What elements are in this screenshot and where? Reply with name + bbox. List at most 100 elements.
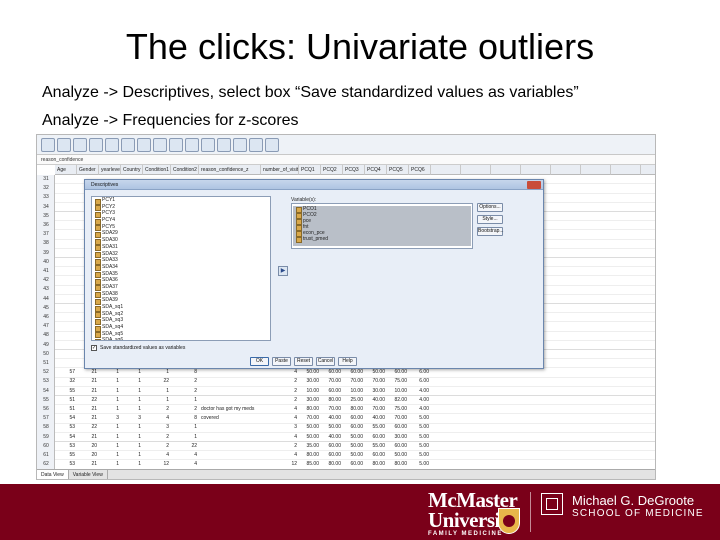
- table-cell[interactable]: 8: [171, 414, 197, 423]
- source-variable-list[interactable]: PCY1 PCY2 PCY3 PCY4 PCY5 SDA29 SDA30 SDA31 SDA32…: [91, 196, 271, 341]
- table-cell[interactable]: 10.00: [299, 387, 319, 396]
- table-cell[interactable]: [199, 442, 259, 451]
- table-cell[interactable]: 32: [55, 377, 75, 386]
- table-cell[interactable]: 50.00: [299, 368, 319, 377]
- table-cell[interactable]: 5.00: [409, 451, 429, 460]
- list-item[interactable]: PCY1: [92, 197, 270, 205]
- table-cell[interactable]: 2: [261, 387, 297, 396]
- column-header[interactable]: PCQ5: [387, 165, 409, 175]
- table-cell[interactable]: 21: [77, 405, 97, 414]
- bootstrap-button[interactable]: Bootstrap...: [477, 227, 504, 236]
- table-cell[interactable]: 70.00: [343, 377, 363, 386]
- list-item[interactable]: SDA29: [92, 230, 270, 238]
- row-number[interactable]: 58: [37, 423, 55, 432]
- table-cell[interactable]: 10.00: [343, 387, 363, 396]
- table-cell[interactable]: 3: [99, 414, 119, 423]
- tab-variable-view[interactable]: Variable View: [69, 470, 108, 479]
- table-cell[interactable]: 1: [99, 387, 119, 396]
- list-item[interactable]: SDA31: [92, 244, 270, 251]
- table-cell[interactable]: 70.00: [321, 377, 341, 386]
- table-cell[interactable]: 21: [77, 387, 97, 396]
- undo-icon[interactable]: [105, 137, 119, 152]
- row-number[interactable]: 36: [37, 221, 55, 230]
- find-icon[interactable]: [169, 137, 183, 152]
- value-labels-icon[interactable]: [265, 137, 279, 152]
- table-cell[interactable]: 4: [143, 451, 169, 460]
- table-cell[interactable]: 50.00: [343, 433, 363, 442]
- table-cell[interactable]: 80.00: [321, 396, 341, 405]
- table-cell[interactable]: 1: [121, 460, 141, 469]
- column-header-empty[interactable]: [521, 165, 551, 175]
- list-item[interactable]: SDA36: [92, 277, 270, 285]
- reset-button[interactable]: Reset: [294, 357, 313, 366]
- table-cell[interactable]: 1: [121, 423, 141, 432]
- close-icon[interactable]: [527, 181, 541, 189]
- table-cell[interactable]: 6.00: [409, 368, 429, 377]
- column-header[interactable]: PCQ2: [321, 165, 343, 175]
- row-number[interactable]: 44: [37, 295, 55, 304]
- tab-data-view[interactable]: Data View: [37, 470, 69, 479]
- list-item[interactable]: PCY2: [92, 204, 270, 211]
- table-cell[interactable]: 1: [171, 433, 197, 442]
- table-cell[interactable]: 30.00: [299, 396, 319, 405]
- list-item[interactable]: SDA37: [92, 284, 270, 292]
- table-cell[interactable]: 30.00: [299, 377, 319, 386]
- table-cell[interactable]: 1: [99, 377, 119, 386]
- table-cell[interactable]: 54: [55, 433, 75, 442]
- column-header[interactable]: Age: [55, 165, 77, 175]
- table-cell[interactable]: 70.00: [365, 405, 385, 414]
- table-cell[interactable]: 40.00: [321, 433, 341, 442]
- row-number[interactable]: 37: [37, 230, 55, 239]
- cell-editor-bar[interactable]: reason_confidence: [37, 155, 655, 165]
- table-cell[interactable]: 2: [171, 387, 197, 396]
- table-cell[interactable]: 60.00: [343, 460, 363, 469]
- table-cell[interactable]: 12: [143, 460, 169, 469]
- list-item[interactable]: PCY5: [92, 224, 270, 231]
- target-variable-list[interactable]: PCO1 PCO2 pce fnt econ_pce trust_pmed: [291, 203, 473, 249]
- list-item[interactable]: trust_pmed: [293, 236, 471, 243]
- column-header[interactable]: reason_confidence_z: [199, 165, 261, 175]
- table-cell[interactable]: 80.00: [321, 460, 341, 469]
- table-cell[interactable]: 4: [171, 451, 197, 460]
- table-cell[interactable]: 60.00: [343, 368, 363, 377]
- column-header-empty[interactable]: [491, 165, 521, 175]
- table-cell[interactable]: 80.00: [343, 405, 363, 414]
- table-cell[interactable]: 1: [121, 442, 141, 451]
- row-number[interactable]: 42: [37, 276, 55, 285]
- print-icon[interactable]: [73, 137, 87, 152]
- save-icon[interactable]: [57, 137, 71, 152]
- table-cell[interactable]: 1: [121, 387, 141, 396]
- table-cell[interactable]: 82.00: [387, 396, 407, 405]
- table-cell[interactable]: 1: [143, 396, 169, 405]
- table-cell[interactable]: 70.00: [299, 414, 319, 423]
- column-header[interactable]: PCQ4: [365, 165, 387, 175]
- table-cell[interactable]: 4: [261, 433, 297, 442]
- table-cell[interactable]: 5.00: [409, 423, 429, 432]
- table-cell[interactable]: 55.00: [365, 442, 385, 451]
- table-cell[interactable]: 1: [99, 396, 119, 405]
- table-cell[interactable]: [199, 451, 259, 460]
- table-cell[interactable]: 70.00: [365, 377, 385, 386]
- column-header-empty[interactable]: [461, 165, 491, 175]
- table-cell[interactable]: 22: [77, 423, 97, 432]
- table-cell[interactable]: 55.00: [365, 423, 385, 432]
- table-cell[interactable]: 75.00: [387, 405, 407, 414]
- column-header[interactable]: Country: [121, 165, 143, 175]
- list-item[interactable]: PCY3: [92, 210, 270, 218]
- split-file-icon[interactable]: [217, 137, 231, 152]
- column-header[interactable]: yearlevel: [99, 165, 121, 175]
- table-cell[interactable]: 60.00: [387, 368, 407, 377]
- table-cell[interactable]: 5.00: [409, 460, 429, 469]
- table-cell[interactable]: 50.00: [343, 451, 363, 460]
- column-header-empty[interactable]: [641, 165, 655, 175]
- table-cell[interactable]: 2: [171, 405, 197, 414]
- row-number[interactable]: 57: [37, 414, 55, 423]
- row-number[interactable]: 59: [37, 433, 55, 442]
- row-number[interactable]: 50: [37, 350, 55, 359]
- table-cell[interactable]: [199, 460, 259, 469]
- table-cell[interactable]: 40.00: [321, 414, 341, 423]
- options-button[interactable]: Options...: [477, 203, 503, 212]
- table-cell[interactable]: [199, 387, 259, 396]
- column-header-empty[interactable]: [551, 165, 581, 175]
- table-cell[interactable]: 60.00: [387, 442, 407, 451]
